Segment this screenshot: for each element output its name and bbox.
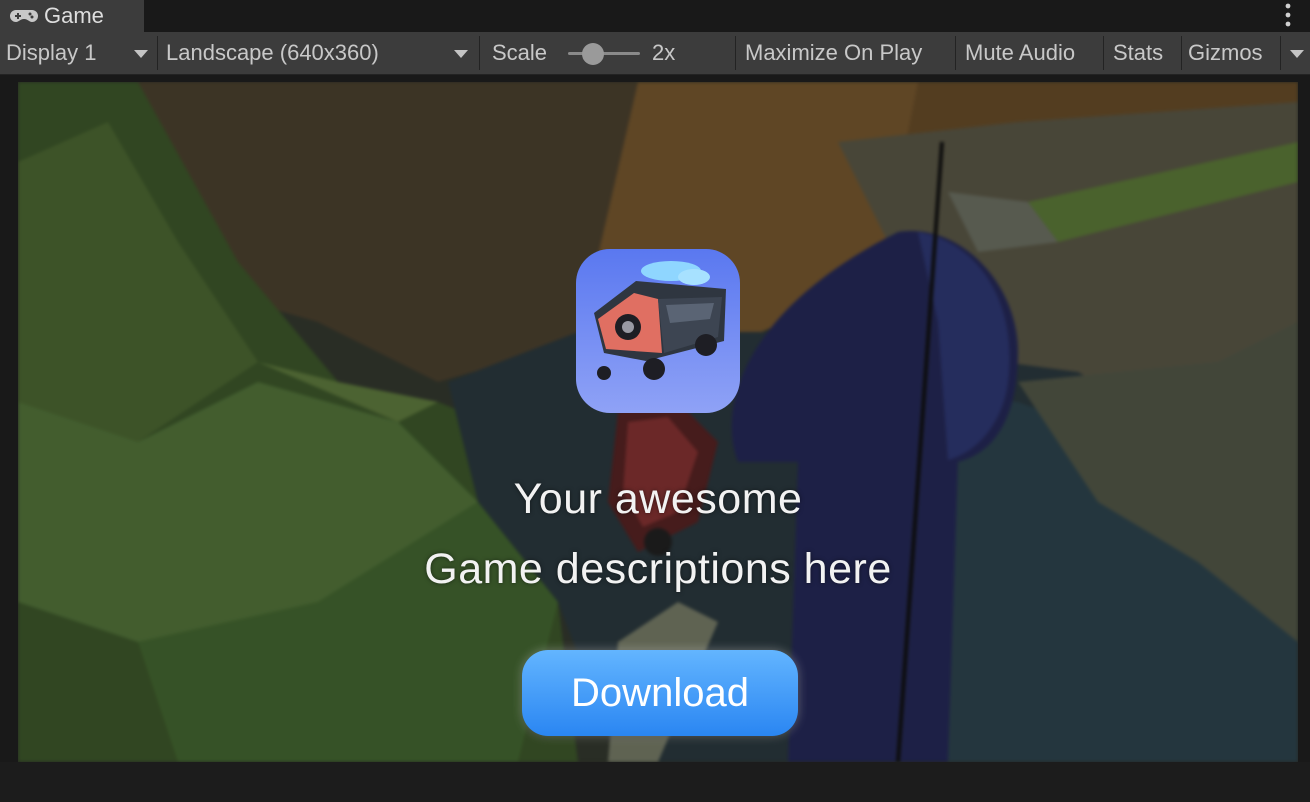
divider bbox=[1103, 36, 1104, 70]
maximize-on-play-toggle[interactable]: Maximize On Play bbox=[745, 32, 922, 74]
divider bbox=[955, 36, 956, 70]
scale-slider-track[interactable] bbox=[568, 52, 640, 55]
more-options-icon[interactable] bbox=[1284, 2, 1292, 28]
aspect-dropdown[interactable]: Landscape (640x360) bbox=[158, 32, 478, 74]
divider bbox=[479, 36, 480, 70]
game-viewport[interactable]: Your awesome Game descriptions here Down… bbox=[18, 82, 1298, 762]
gizmos-toggle[interactable]: Gizmos bbox=[1188, 32, 1263, 74]
scale-label: Scale bbox=[492, 40, 548, 65]
bottom-panel-edge bbox=[0, 762, 1310, 802]
tab-title: Game bbox=[44, 3, 104, 28]
scale-slider-thumb[interactable] bbox=[582, 43, 604, 65]
scale-value: 2x bbox=[652, 40, 676, 65]
game-toolbar: Display 1 Landscape (640x360) Scale 2x M… bbox=[0, 32, 1310, 75]
chevron-down-icon bbox=[134, 50, 148, 58]
car-icon bbox=[594, 261, 726, 380]
divider bbox=[1181, 36, 1182, 70]
gamepad-icon bbox=[10, 10, 38, 22]
mute-audio-toggle[interactable]: Mute Audio bbox=[965, 32, 1075, 74]
display-dropdown[interactable]: Display 1 bbox=[0, 32, 157, 74]
game-description-line-1: Your awesome bbox=[513, 475, 803, 523]
tab-bar: Game bbox=[0, 0, 1310, 32]
display-label: Display 1 bbox=[6, 40, 97, 65]
download-button[interactable]: Download bbox=[522, 650, 798, 736]
divider bbox=[735, 36, 736, 70]
stats-toggle[interactable]: Stats bbox=[1113, 32, 1163, 74]
game-description-line-2: Game descriptions here bbox=[424, 545, 892, 593]
gizmos-menu-chevron-icon[interactable] bbox=[1290, 50, 1304, 58]
chevron-down-icon bbox=[454, 50, 468, 58]
divider bbox=[1280, 36, 1281, 70]
aspect-label: Landscape (640x360) bbox=[166, 40, 379, 65]
game-tab[interactable]: Game bbox=[0, 0, 144, 32]
game-app-icon bbox=[576, 249, 740, 413]
